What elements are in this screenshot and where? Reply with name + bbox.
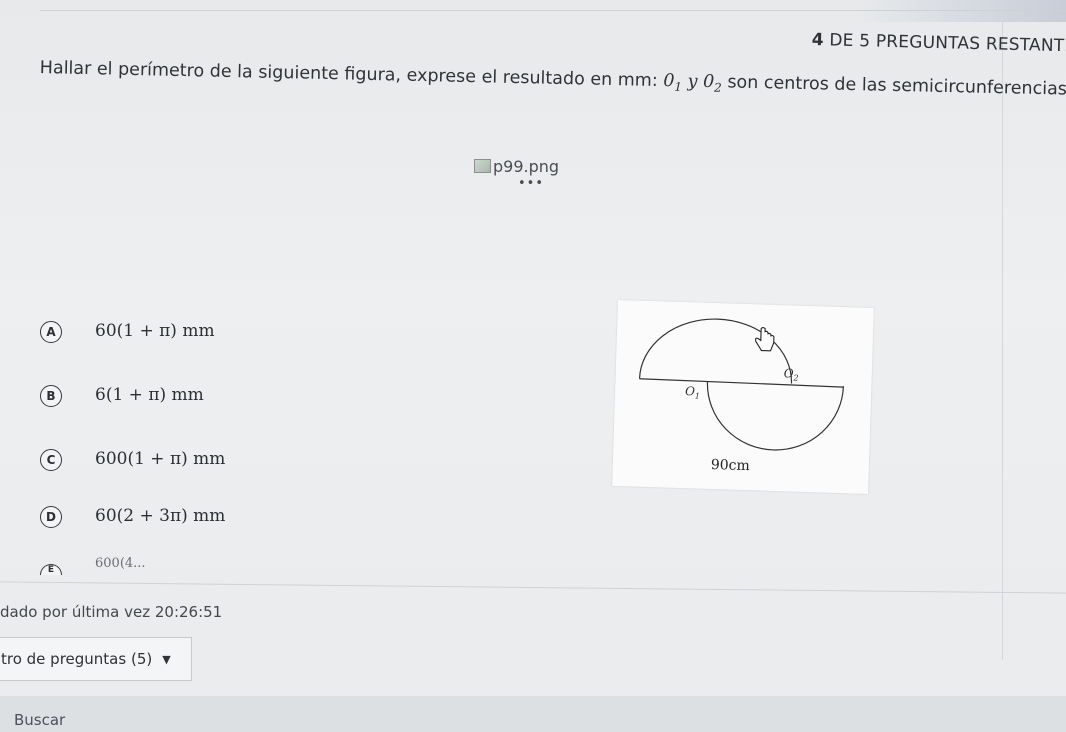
option-a[interactable]: A 60(1 + π) mm [40,319,215,345]
top-strip [860,0,1066,22]
option-c[interactable]: C 600(1 + π) mm [40,447,225,473]
o2-label: O2 [783,366,798,382]
footer-divider [0,581,1066,594]
content-border [1002,20,1003,660]
header-divider [40,10,1066,11]
option-c-text: 600(1 + π) mm [95,449,226,469]
option-d[interactable]: D 60(2 + 3π) mm [40,504,225,530]
counter-number: 4 [811,30,825,51]
option-c-letter: C [40,449,62,471]
o1-label: O1 [685,384,700,400]
last-saved-text: dado por última vez 20:26:51 [0,603,223,621]
problem-figure: O1 O2 90cm [612,300,874,494]
center-1: 01 [663,71,683,94]
question-text: Hallar el perímetro de la siguiente figu… [39,58,1066,102]
option-a-text: 60(1 + π) mm [95,321,215,341]
option-e-letter: E [40,563,62,575]
center-2: 02 [702,71,722,95]
option-e-text: 600(4... [95,556,146,571]
broken-image-icon [474,159,491,173]
option-a-letter: A [40,321,62,343]
semicircles-diagram: O1 O2 90cm [638,318,845,474]
hand-pointer-icon [755,327,775,352]
counter-text: DE 5 PREGUNTAS RESTANTES [823,30,1066,57]
quiz-page: 4 DE 5 PREGUNTAS RESTANTES Hallar el per… [0,0,1066,732]
option-b-letter: B [40,385,62,407]
chevron-down-icon: ▼ [162,652,171,666]
option-d-letter: D [40,506,62,528]
question-counter: 4 DE 5 PREGUNTAS RESTANTES [812,30,1066,57]
broken-image[interactable]: p99.png [474,157,559,176]
option-b[interactable]: B 6(1 + π) mm [40,383,204,409]
question-navigator-button[interactable]: tro de preguntas (5) ▼ [0,637,192,681]
question-suffix: son centros de las semicircunferencias: [721,72,1066,100]
option-b-text: 6(1 + π) mm [95,385,204,405]
navigator-label: tro de preguntas (5) [1,650,153,668]
option-e[interactable]: E 600(4... [40,556,146,576]
image-alt-text: p99.png [493,157,560,176]
taskbar [0,696,1066,732]
option-d-text: 60(2 + 3π) mm [95,506,226,526]
image-menu-dots[interactable]: ••• [518,176,544,191]
search-input[interactable]: Buscar [14,711,65,729]
question-main: Hallar el perímetro de la siguiente figu… [39,58,664,92]
diameter-line [639,378,844,388]
lower-semicircle [706,381,845,451]
conjunction: y [681,71,704,92]
length-label: 90cm [711,457,750,474]
